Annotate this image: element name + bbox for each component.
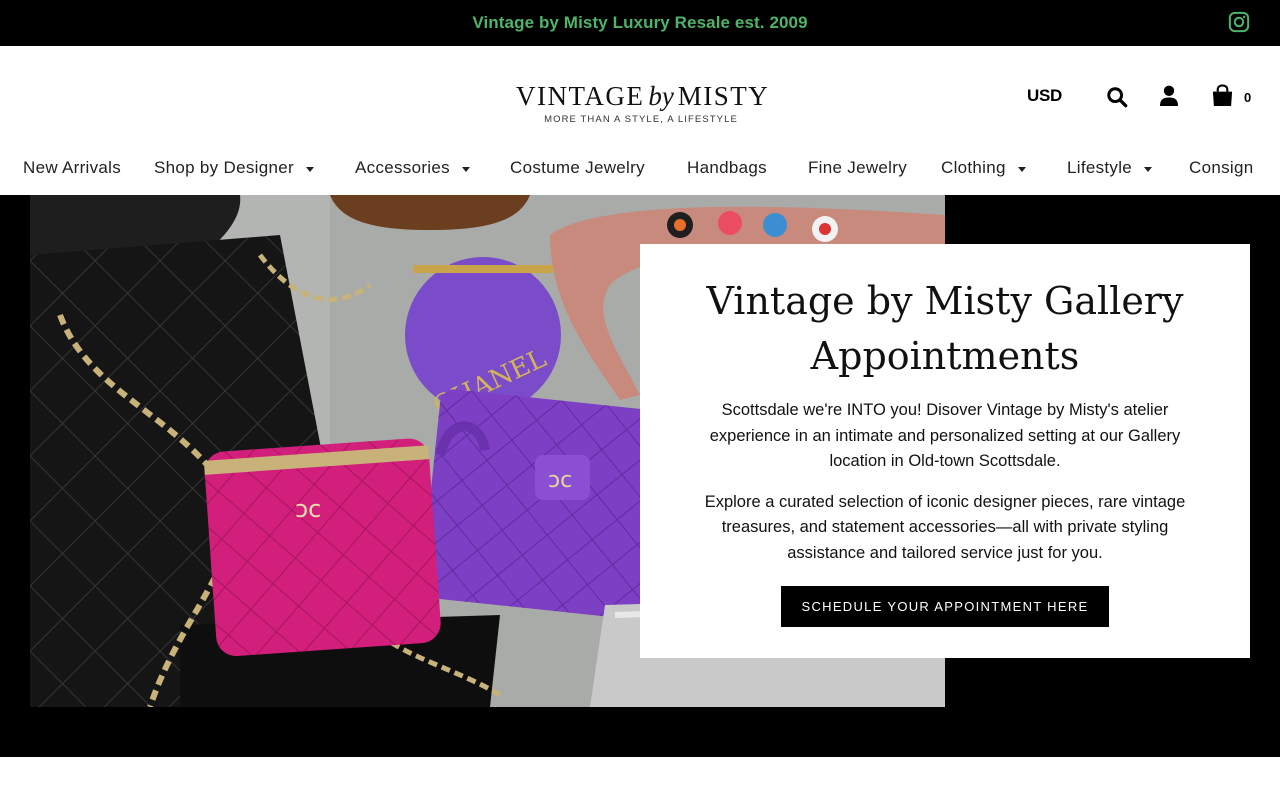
nav-item-consign[interactable]: Consign (1189, 158, 1253, 178)
logo-word-by: by (648, 81, 674, 111)
nav-item-accessories[interactable]: Accessories (355, 158, 470, 178)
search-icon[interactable] (1106, 86, 1128, 108)
nav-item-fine-jewelry[interactable]: Fine Jewelry (808, 158, 907, 178)
announcement-text: Vintage by Misty Luxury Resale est. 2009 (472, 13, 808, 32)
page-below-hero (0, 757, 1280, 800)
cart-count: 0 (1244, 90, 1252, 105)
nav-label: Fine Jewelry (808, 158, 908, 177)
nav-label: Shop by Designer (154, 158, 294, 177)
title-line-2: Appointments (810, 334, 1080, 378)
nav-item-lifestyle[interactable]: Lifestyle (1067, 158, 1153, 178)
nav-label: Handbags (687, 158, 767, 177)
site-header: VINTAGE by MISTY MORE THAN A STYLE, A LIFE… (0, 46, 1280, 146)
caret-down-icon (305, 166, 314, 172)
nav-item-handbags[interactable]: Handbags (687, 158, 767, 178)
logo-tagline: MORE THAN A STYLE, A LIFESTYLE (544, 114, 738, 125)
main-nav: New Arrivals Shop by Designer Accessorie… (0, 146, 1280, 195)
panel-paragraph-1: Scottsdale we're INTO you! Disover Vinta… (709, 401, 1181, 470)
nav-label: Accessories (355, 158, 450, 177)
caret-down-icon (461, 166, 470, 172)
cart-button[interactable]: 0 (1211, 84, 1251, 107)
nav-label: Lifestyle (1067, 158, 1133, 177)
svg-text:ↄc: ↄc (548, 468, 572, 493)
nav-label: Clothing (941, 158, 1006, 177)
nav-label: New Arrivals (23, 158, 122, 177)
title-line-1: Vintage by Misty Gallery (706, 279, 1184, 323)
svg-text:ↄc: ↄc (295, 495, 321, 523)
logo-word-vintage: VINTAGE (516, 81, 645, 111)
logo-word-misty: MISTY (677, 81, 770, 111)
panel-title: Vintage by Misty Gallery Appointments (684, 274, 1206, 384)
caret-down-icon (1017, 166, 1026, 172)
hero-section: CHANEL ↄc ↄc Vintage by Misty Gallery Ap… (0, 195, 1280, 757)
account-icon[interactable] (1159, 85, 1179, 107)
nav-item-new-arrivals[interactable]: New Arrivals (23, 158, 121, 178)
announcement-bar: Vintage by Misty Luxury Resale est. 2009 (0, 0, 1280, 46)
nav-item-clothing[interactable]: Clothing (941, 158, 1026, 178)
cart-icon (1212, 84, 1233, 107)
nav-item-shop-by-designer[interactable]: Shop by Designer (154, 158, 314, 178)
site-logo[interactable]: VINTAGE by MISTY MORE THAN A STYLE, A LIFE… (516, 81, 768, 128)
nav-label: Costume Jewelry (510, 158, 645, 177)
logo-wordmark: VINTAGE by MISTY (516, 81, 768, 111)
panel-paragraph-2: Explore a curated selection of iconic de… (704, 492, 1186, 562)
nav-item-costume-jewelry[interactable]: Costume Jewelry (510, 158, 645, 178)
nav-label: Consign (1189, 158, 1254, 177)
instagram-icon[interactable] (1228, 11, 1250, 33)
caret-down-icon (1144, 166, 1153, 172)
schedule-appointment-button[interactable]: SCHEDULE YOUR APPOINTMENT HERE (781, 586, 1109, 627)
appointment-panel: Vintage by Misty Gallery Appointments Sc… (640, 244, 1250, 658)
currency-selector[interactable]: USD (1027, 86, 1062, 106)
